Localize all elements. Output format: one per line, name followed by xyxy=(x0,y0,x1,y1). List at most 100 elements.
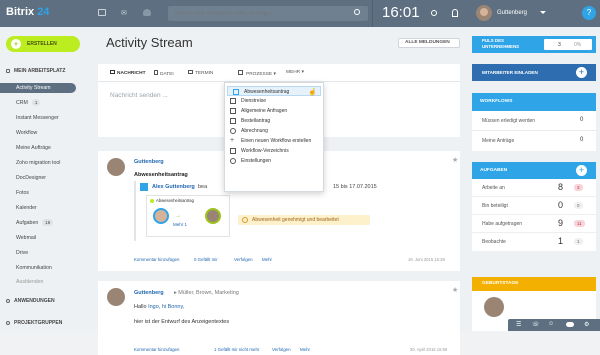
star-icon[interactable]: ★ xyxy=(452,286,458,294)
menu-item-new-workflow[interactable]: + Einen neuen Workflow erstellen xyxy=(225,136,323,146)
section-title[interactable]: ANWENDUNGEN xyxy=(14,298,55,304)
plus-icon: + xyxy=(230,137,235,144)
sidebar-item-drive[interactable]: Drive xyxy=(0,248,90,258)
phone-icon[interactable]: ☏ xyxy=(532,321,540,328)
menu-item-business-trip[interactable]: Dienstreise xyxy=(225,96,323,106)
top-bar: Bitrix 24 ✉ 16:01 Guttenberg ? xyxy=(0,0,600,27)
like-link[interactable]: 1 Gefällt mir nicht mehr xyxy=(214,347,259,352)
item-value: 9 xyxy=(558,218,564,228)
sidebar-item-crm[interactable]: CRM 1 xyxy=(0,98,90,108)
list-icon xyxy=(230,148,236,154)
search-box[interactable] xyxy=(168,6,368,21)
sidebar-item-zoho[interactable]: Zoho migration tool xyxy=(0,158,90,168)
user-name[interactable]: Guttenberg xyxy=(497,10,527,16)
sidebar-item-communication[interactable]: Kommunikation xyxy=(0,263,90,273)
logo[interactable]: Bitrix 24 xyxy=(6,6,49,18)
section-title[interactable]: PROJEKTGRUPPEN xyxy=(14,320,62,326)
status-dot xyxy=(150,199,154,203)
menu-item-workflow-directory[interactable]: Workflow-Verzeichnis xyxy=(225,146,323,156)
list-item[interactable]: Arbeite an 8 3 xyxy=(472,179,596,197)
avatar[interactable] xyxy=(107,288,125,306)
tab-label: TERMIN xyxy=(195,71,214,76)
tasks-list: Arbeite an 8 3 Bin beteiligt 0 0 Habe aufget… xyxy=(472,179,596,251)
widget-title: WORKFLOWS xyxy=(472,93,596,111)
notification-icon[interactable] xyxy=(98,9,106,16)
more-link[interactable]: Mehr 1 xyxy=(173,222,187,227)
cloud-icon[interactable] xyxy=(143,9,151,16)
chat-icon[interactable]: ☰ xyxy=(516,321,521,328)
comment-link[interactable]: Kommentar hinzufügen xyxy=(134,257,179,262)
item-label: Habe aufgetragen xyxy=(482,221,523,227)
bell-icon[interactable] xyxy=(452,9,458,17)
comment-link[interactable]: Kommentar hinzufügen xyxy=(134,347,179,352)
calendar-icon xyxy=(188,70,193,74)
sidebar-item-hide[interactable]: Ausblenden xyxy=(0,277,90,287)
menu-item-label: Bestellantrag xyxy=(241,118,271,124)
create-button[interactable]: + ERSTELLEN xyxy=(6,36,80,52)
settings-icon[interactable]: ⚙ xyxy=(584,321,589,328)
user-icon[interactable]: ☺ xyxy=(548,321,554,327)
page-title: Activity Stream xyxy=(106,35,193,50)
processes-dropdown: Abwesenheitsantrag ☝ Dienstreise Allgemei… xyxy=(224,82,324,192)
tab-event[interactable]: TERMIN xyxy=(188,70,213,76)
post-author[interactable]: Guttenberg xyxy=(134,290,164,296)
list-item[interactable]: Meine Anträge 0 xyxy=(472,131,596,151)
tab-label: MEHR xyxy=(286,70,301,75)
invite-button[interactable]: MITARBEITER EINLADEN + xyxy=(472,64,596,81)
tab-more[interactable]: MEHR ▾ xyxy=(286,70,304,75)
sidebar-item-photos[interactable]: Fotos xyxy=(0,188,90,198)
filter-button[interactable]: ALLE MELDUNGEN xyxy=(398,38,460,48)
post-author[interactable]: Alex Guttenberg xyxy=(152,184,195,190)
list-item[interactable]: Beobachte 1 1 xyxy=(472,233,596,251)
like-link[interactable]: 0 Gefällt mir xyxy=(194,257,218,262)
approval-card[interactable]: Abwesenheitsantrag → Mehr 1 xyxy=(146,195,230,237)
follow-link[interactable]: Verfolgen xyxy=(272,347,291,352)
mention-links[interactable]: Ingo, hi Bonny, xyxy=(148,304,184,310)
menu-item-order[interactable]: Bestellantrag xyxy=(225,116,323,126)
sidebar-item-webmail[interactable]: Webmail xyxy=(0,233,90,243)
menu-item-general-requests[interactable]: Allgemeine Anfragen xyxy=(225,106,323,116)
company-pulse[interactable]: PULS DES UNTERNEHMENS 3 0% xyxy=(472,36,596,53)
sidebar-item-docdesigner[interactable]: DocDesigner xyxy=(0,173,90,183)
sidebar-item-label: Aufgaben xyxy=(16,220,39,226)
avatar[interactable] xyxy=(484,297,504,317)
sidebar-item-workflow[interactable]: Workflow xyxy=(0,128,90,138)
workspace-icon xyxy=(6,69,10,73)
follow-link[interactable]: Verfolgen xyxy=(234,257,253,262)
more-link[interactable]: Mehr xyxy=(262,257,272,262)
star-icon[interactable]: ★ xyxy=(452,156,458,164)
sidebar-item-messenger[interactable]: Instant Messenger xyxy=(0,113,90,123)
search-icon[interactable] xyxy=(354,9,360,15)
menu-item-settings[interactable]: Einstellungen xyxy=(225,156,323,166)
right-panel: PULS DES UNTERNEHMENS 3 0% MITARBEITER E… xyxy=(468,27,600,331)
sidebar-item-label: CRM xyxy=(16,100,28,106)
composer-input[interactable]: Nachricht senden ... xyxy=(110,92,168,99)
message-icon[interactable]: ✉ xyxy=(121,9,129,17)
avatar[interactable] xyxy=(107,158,125,176)
cloud-icon[interactable] xyxy=(566,322,574,327)
tab-file[interactable]: DATEI xyxy=(154,70,174,77)
time-control-icon[interactable] xyxy=(431,10,437,16)
list-item[interactable]: Müssen erledigt werden 0 xyxy=(472,111,596,131)
list-item[interactable]: Bin beteiligt 0 0 xyxy=(472,197,596,215)
avatar[interactable] xyxy=(476,5,492,21)
tab-processes[interactable]: PROZESSE ▾ xyxy=(238,70,276,77)
sidebar-item-activity-stream[interactable]: Activity Stream xyxy=(0,83,76,93)
chevron-down-icon[interactable] xyxy=(540,11,546,14)
help-button[interactable]: ? xyxy=(582,6,596,20)
more-link[interactable]: Mehr xyxy=(300,347,310,352)
sidebar-item-tasks[interactable]: Aufgaben 16 xyxy=(0,218,90,228)
plus-icon: + xyxy=(576,67,587,78)
menu-item-absence[interactable]: Abwesenheitsantrag ☝ xyxy=(227,86,321,96)
menu-item-billing[interactable]: Abrechnung xyxy=(225,126,323,136)
add-task-button[interactable]: + xyxy=(576,165,587,176)
post-author[interactable]: Guttenberg xyxy=(134,159,164,165)
list-item[interactable]: Habe aufgetragen 9 11 xyxy=(472,215,596,233)
chat-bar: ☰ ☏ ☺ ⚙ xyxy=(508,319,600,331)
section-title[interactable]: MEIN ARBEITSPLATZ xyxy=(14,68,65,74)
clock: 16:01 xyxy=(382,4,420,21)
tab-message[interactable]: NACHRICHT xyxy=(110,70,146,76)
sidebar-item-tasks-mine[interactable]: Meine Aufträge xyxy=(0,143,90,153)
sidebar-item-calendar[interactable]: Kalender xyxy=(0,203,90,213)
search-input[interactable] xyxy=(174,8,344,19)
